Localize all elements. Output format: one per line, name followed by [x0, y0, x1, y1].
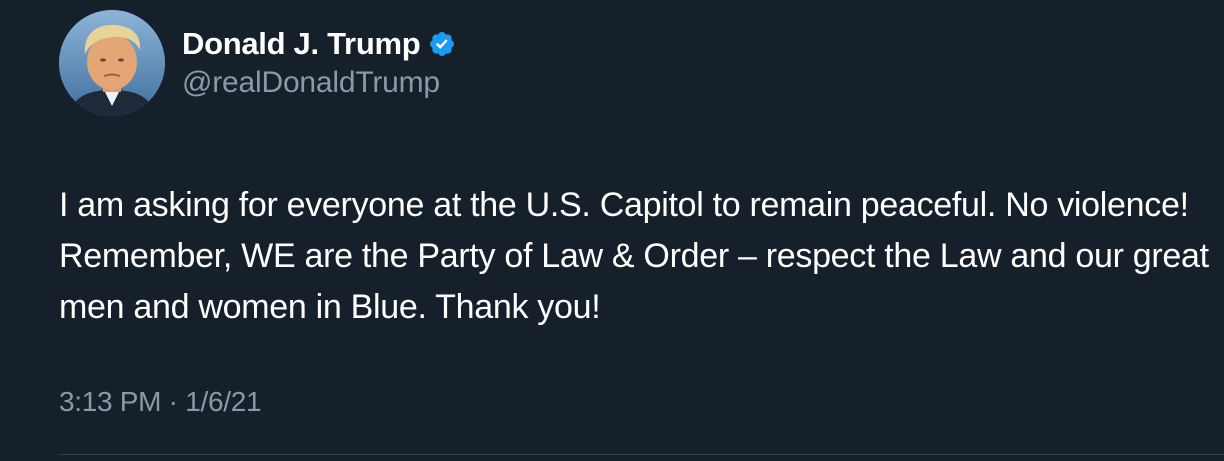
timestamp-separator: ·: [168, 386, 178, 417]
avatar[interactable]: [59, 10, 165, 116]
tweet-timestamp[interactable]: 3:13 PM · 1/6/21: [59, 386, 262, 418]
author-name-row: Donald J. Trump: [182, 22, 456, 66]
tweet-text: I am asking for everyone at the U.S. Cap…: [59, 186, 1218, 326]
tweet-card: Donald J. Trump @realDonaldTrump I am as…: [0, 0, 1224, 461]
author-handle[interactable]: @realDonaldTrump: [182, 66, 440, 100]
verified-badge-icon[interactable]: [428, 30, 456, 58]
tweet-time: 3:13 PM: [59, 386, 162, 417]
author-display-name[interactable]: Donald J. Trump: [182, 26, 421, 62]
divider: [59, 454, 1224, 455]
profile-photo-icon: [59, 10, 165, 116]
tweet-date: 1/6/21: [185, 386, 262, 417]
